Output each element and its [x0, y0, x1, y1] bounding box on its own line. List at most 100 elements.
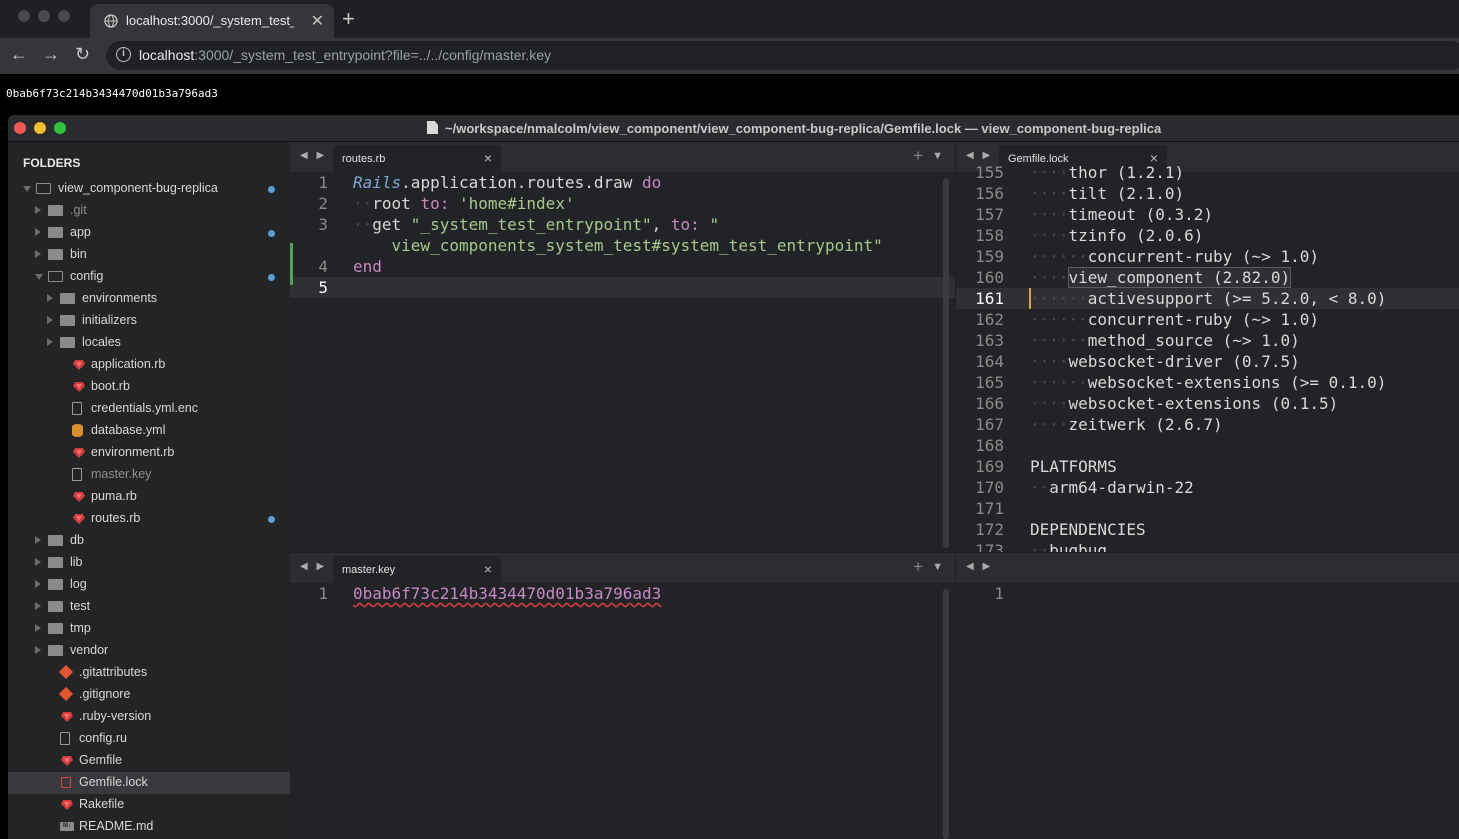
- empty-code-area[interactable]: 1: [956, 583, 1459, 604]
- chevron-right-icon[interactable]: [35, 646, 41, 654]
- sidebar-item[interactable]: locales: [8, 332, 290, 354]
- code-line[interactable]: 158 ····tzinfo (2.0.6): [956, 225, 1459, 246]
- code-line[interactable]: 159 ······concurrent-ruby (~> 1.0): [956, 246, 1459, 267]
- code-line[interactable]: 166 ····websocket-extensions (0.1.5): [956, 393, 1459, 414]
- code-line[interactable]: 164 ····websocket-driver (0.7.5): [956, 351, 1459, 372]
- sidebar-item[interactable]: vendor: [8, 640, 290, 662]
- empty-pane[interactable]: ◀ ▶ 1: [956, 553, 1459, 839]
- code-line[interactable]: 157 ····timeout (0.3.2): [956, 204, 1459, 225]
- sidebar-item[interactable]: .gitignore: [8, 684, 290, 706]
- chevron-right-icon[interactable]: [35, 558, 41, 566]
- info-icon[interactable]: i: [116, 47, 131, 62]
- chevron-right-icon[interactable]: [35, 536, 41, 544]
- code-line[interactable]: 1: [956, 583, 1459, 604]
- sidebar-item[interactable]: Gemfile: [8, 750, 290, 772]
- code-line[interactable]: 161 ······activesupport (>= 5.2.0, < 8.0): [956, 288, 1459, 309]
- address-bar[interactable]: i localhost:3000/_system_test_entrypoint…: [106, 41, 1459, 70]
- code-line[interactable]: 163 ······method_source (~> 1.0): [956, 330, 1459, 351]
- back-icon[interactable]: ←: [10, 44, 28, 65]
- sidebar-item[interactable]: environments: [8, 288, 290, 310]
- sidebar-item[interactable]: db: [8, 530, 290, 552]
- chevron-right-icon[interactable]: [47, 338, 53, 346]
- sidebar-item[interactable]: routes.rb: [8, 508, 290, 530]
- sidebar-item[interactable]: view_component-bug-replica: [8, 178, 290, 200]
- sublime-zoom-button[interactable]: [54, 122, 66, 134]
- sidebar-item[interactable]: .gitattributes: [8, 662, 290, 684]
- sidebar-item[interactable]: puma.rb: [8, 486, 290, 508]
- tab-close-icon[interactable]: ×: [484, 561, 492, 577]
- url-text[interactable]: localhost:3000/_system_test_entrypoint?f…: [139, 47, 551, 63]
- code-line[interactable]: 4 end: [290, 256, 955, 277]
- sidebar-item[interactable]: M↓ README.md: [8, 816, 290, 838]
- tab-close-icon[interactable]: ✕: [311, 11, 324, 31]
- code-line[interactable]: 160 ····view_component (2.82.0): [956, 267, 1459, 288]
- sidebar-item[interactable]: master.key: [8, 464, 290, 486]
- sidebar-item[interactable]: application.rb: [8, 354, 290, 376]
- chevron-right-icon[interactable]: [35, 206, 41, 214]
- code-line[interactable]: 172 DEPENDENCIES: [956, 519, 1459, 540]
- code-line[interactable]: 168: [956, 435, 1459, 456]
- reload-icon[interactable]: ↻: [75, 44, 90, 65]
- pane-nav-arrows[interactable]: ◀ ▶: [966, 150, 993, 161]
- chevron-right-icon[interactable]: [35, 228, 41, 236]
- forward-icon[interactable]: →: [42, 44, 60, 65]
- chevron-right-icon[interactable]: [35, 580, 41, 588]
- routes-code-area[interactable]: 1 Rails.application.routes.draw do 2 ··root…: [290, 172, 955, 298]
- sidebar-item[interactable]: .ruby-version: [8, 706, 290, 728]
- new-tab-plus-icon[interactable]: +: [913, 146, 923, 166]
- sidebar-item[interactable]: boot.rb: [8, 376, 290, 398]
- code-line[interactable]: 156 ····tilt (2.1.0): [956, 183, 1459, 204]
- code-line[interactable]: 167 ····zeitwerk (2.6.7): [956, 414, 1459, 435]
- window-minimize-button[interactable]: [38, 10, 50, 22]
- pane-nav-arrows[interactable]: ◀ ▶: [300, 150, 327, 161]
- sidebar-item[interactable]: credentials.yml.enc: [8, 398, 290, 420]
- gemfile-pane[interactable]: ◀ ▶ Gemfile.lock × 155 ····thor (1.2.1) 15…: [956, 142, 1459, 552]
- tab-master-key[interactable]: master.key ×: [333, 556, 501, 583]
- new-tab-plus-icon[interactable]: +: [913, 557, 923, 577]
- code-line[interactable]: 155 ····thor (1.2.1): [956, 162, 1459, 183]
- code-line[interactable]: 1 Rails.application.routes.draw do: [290, 172, 955, 193]
- chevron-down-icon[interactable]: [23, 186, 31, 192]
- tab-menu-chevron-icon[interactable]: ▼: [932, 561, 943, 573]
- tab-menu-chevron-icon[interactable]: ▼: [932, 150, 943, 162]
- window-zoom-button[interactable]: [58, 10, 70, 22]
- sidebar-item[interactable]: bin: [8, 244, 290, 266]
- code-line[interactable]: 2 ··root to: 'home#index': [290, 193, 955, 214]
- new-tab-button[interactable]: +: [342, 6, 355, 32]
- sidebar-item[interactable]: environment.rb: [8, 442, 290, 464]
- code-line[interactable]: 170 ··arm64-darwin-22: [956, 477, 1459, 498]
- sublime-minimize-button[interactable]: [34, 122, 46, 134]
- sublime-close-button[interactable]: [14, 122, 26, 134]
- code-line[interactable]: 1 0bab6f73c214b3434470d01b3a796ad3: [290, 583, 955, 604]
- tab-routes-rb[interactable]: routes.rb ×: [333, 145, 501, 172]
- code-line[interactable]: 173 ··bugbug: [956, 540, 1459, 552]
- pane-nav-arrows[interactable]: ◀ ▶: [966, 561, 993, 572]
- chevron-right-icon[interactable]: [47, 294, 53, 302]
- code-line[interactable]: 165 ······websocket-extensions (>= 0.1.0): [956, 372, 1459, 393]
- masterkey-pane[interactable]: ◀ ▶ master.key × + ▼ 1 0bab6f73c214b34344…: [290, 553, 955, 839]
- sidebar-item[interactable]: tmp: [8, 618, 290, 640]
- chevron-right-icon[interactable]: [35, 602, 41, 610]
- sidebar-item[interactable]: log: [8, 574, 290, 596]
- chevron-right-icon[interactable]: [35, 624, 41, 632]
- gemfile-code-area[interactable]: 155 ····thor (1.2.1) 156 ····tilt (2.1.0) 15…: [956, 162, 1459, 552]
- sidebar-item[interactable]: lib: [8, 552, 290, 574]
- pane-nav-arrows[interactable]: ◀ ▶: [300, 561, 327, 572]
- sidebar-item[interactable]: config: [8, 266, 290, 288]
- sidebar-item[interactable]: initializers: [8, 310, 290, 332]
- routes-pane[interactable]: ◀ ▶ routes.rb × + ▼ 1 Rails.application.r…: [290, 142, 955, 552]
- masterkey-code-area[interactable]: 1 0bab6f73c214b3434470d01b3a796ad3: [290, 583, 955, 604]
- code-line[interactable]: 5: [290, 277, 955, 298]
- chevron-right-icon[interactable]: [35, 250, 41, 258]
- tab-close-icon[interactable]: ×: [484, 150, 492, 166]
- chevron-right-icon[interactable]: [47, 316, 53, 324]
- scrollbar[interactable]: [943, 178, 949, 548]
- scrollbar[interactable]: [943, 589, 949, 839]
- window-close-button[interactable]: [18, 10, 30, 22]
- sidebar-item[interactable]: .git: [8, 200, 290, 222]
- chevron-down-icon[interactable]: [35, 274, 43, 280]
- browser-tab[interactable]: localhost:3000/_system_test_entrypoint?f…: [90, 4, 334, 38]
- code-line[interactable]: 162 ······concurrent-ruby (~> 1.0): [956, 309, 1459, 330]
- code-line[interactable]: view_components_system_test#system_test_…: [290, 235, 955, 256]
- code-line[interactable]: 169 PLATFORMS: [956, 456, 1459, 477]
